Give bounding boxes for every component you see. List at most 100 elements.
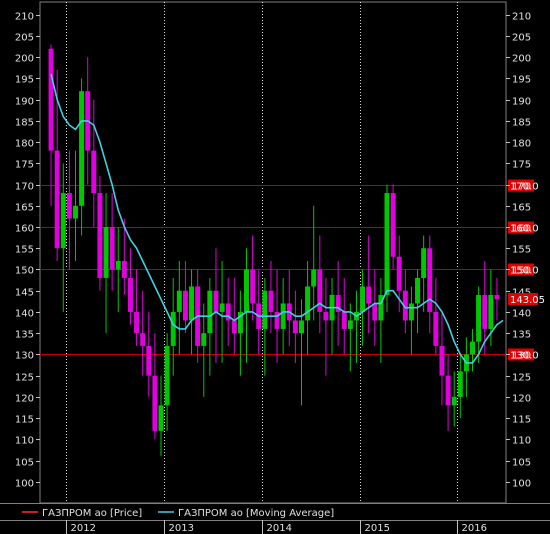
last-price-marker: 143.05 <box>508 292 545 306</box>
chart-background <box>0 0 550 534</box>
candle-body <box>103 227 109 278</box>
y-tick-label-left: 210 <box>15 12 34 23</box>
y-tick-label-right: 150 <box>512 266 531 277</box>
candle-body <box>396 256 402 291</box>
candle-body <box>60 193 66 249</box>
candle-body <box>311 269 317 287</box>
legend-entry: ГАЗПРОМ ао [Price] <box>42 508 142 519</box>
candle-body <box>164 345 170 406</box>
candle-body <box>219 303 225 312</box>
candle-body <box>72 205 78 219</box>
candle-body <box>91 150 97 194</box>
candle-body <box>305 286 311 321</box>
candle-body <box>54 150 60 249</box>
candle-body <box>158 405 164 431</box>
year-label: 2013 <box>169 523 194 534</box>
candle-body <box>390 193 396 257</box>
y-tick-label-right: 115 <box>512 415 531 426</box>
y-tick-label-left: 150 <box>15 266 34 277</box>
candle-body <box>439 345 445 376</box>
chart: 170.0 160.0 150.0 130.0 100 100 105 105 110 110 1… <box>0 0 550 534</box>
candle-body <box>372 303 378 321</box>
candle-body <box>231 320 237 334</box>
year-label: 2012 <box>71 523 96 534</box>
candle-body <box>488 294 494 329</box>
candle-body <box>207 290 213 334</box>
y-tick-label-left: 120 <box>15 394 34 405</box>
y-tick-label-left: 190 <box>15 97 34 108</box>
y-tick-label-right: 125 <box>512 373 531 384</box>
candle-body <box>280 303 286 329</box>
y-tick-label-left: 200 <box>15 54 34 65</box>
candle-body <box>476 294 482 342</box>
candle-body <box>115 260 121 270</box>
candle-body <box>152 375 158 431</box>
y-tick-label-left: 110 <box>15 436 34 447</box>
year-label: 2015 <box>365 523 390 534</box>
candle-body <box>250 269 256 304</box>
year-label: 2014 <box>267 523 292 534</box>
y-tick-label-right: 165 <box>512 203 531 214</box>
y-tick-label-right: 135 <box>512 330 531 341</box>
y-tick-label-left: 105 <box>15 458 34 469</box>
candle-body <box>170 311 176 346</box>
candle-body <box>445 375 451 406</box>
y-tick-label-left: 180 <box>15 139 34 150</box>
y-tick-label-right: 120 <box>512 394 531 405</box>
y-tick-label-right: 110 <box>512 436 531 447</box>
y-tick-label-right: 105 <box>512 458 531 469</box>
candle-body <box>134 311 140 334</box>
candle-body <box>213 290 219 312</box>
year-label: 2016 <box>462 523 487 534</box>
y-tick-label-left: 185 <box>15 118 34 129</box>
y-tick-label-left: 135 <box>15 330 34 341</box>
y-tick-label-right: 155 <box>512 245 531 256</box>
candle-body <box>292 320 298 334</box>
legend-entry: ГАЗПРОМ ао [Moving Average] <box>178 508 334 519</box>
y-tick-label-left: 155 <box>15 245 34 256</box>
candle-body <box>457 371 463 397</box>
y-tick-label-left: 140 <box>15 309 34 320</box>
y-tick-label-right: 160 <box>512 224 531 235</box>
y-tick-label-right: 140 <box>512 309 531 320</box>
y-tick-label-left: 125 <box>15 373 34 384</box>
candle-body <box>470 341 476 355</box>
y-tick-label-left: 115 <box>15 415 34 426</box>
candle-body <box>262 290 268 329</box>
y-tick-label-right: 170 <box>512 182 531 193</box>
y-tick-label-left: 195 <box>15 75 34 86</box>
candle-body <box>79 91 85 206</box>
candle-body <box>366 286 372 304</box>
candle-body <box>268 290 274 312</box>
candle-body <box>384 193 390 295</box>
candle-body <box>146 345 152 376</box>
candle-body <box>97 193 103 278</box>
candle-body <box>482 294 488 329</box>
candle-body <box>360 286 366 312</box>
y-tick-label-left: 100 <box>15 479 34 490</box>
candle-body <box>347 320 353 329</box>
y-tick-label-right: 200 <box>512 54 531 65</box>
candle-body <box>201 333 207 346</box>
candle-body <box>109 227 115 270</box>
candle-body <box>433 311 439 346</box>
candlestick-chart-svg: 170.0160.0150.0130.0 100 100105 105110 1101… <box>0 0 550 534</box>
y-tick-label-left: 165 <box>15 203 34 214</box>
y-tick-label-left: 175 <box>15 160 34 171</box>
y-tick-label-right: 175 <box>512 160 531 171</box>
last-price-label: 143.05 <box>510 295 545 306</box>
candle-body <box>494 294 500 300</box>
candle-body <box>427 248 433 312</box>
candle-body <box>66 193 72 219</box>
candle-body <box>121 260 127 278</box>
y-tick-label-left: 130 <box>15 351 34 362</box>
candle-body <box>298 320 304 334</box>
y-tick-label-left: 170 <box>15 182 34 193</box>
y-tick-label-left: 160 <box>15 224 34 235</box>
y-tick-label-right: 190 <box>512 97 531 108</box>
candle-body <box>421 248 427 278</box>
y-tick-label-right: 195 <box>512 75 531 86</box>
candle-body <box>182 290 188 321</box>
y-tick-label-right: 205 <box>512 33 531 44</box>
y-tick-label-right: 180 <box>512 139 531 150</box>
